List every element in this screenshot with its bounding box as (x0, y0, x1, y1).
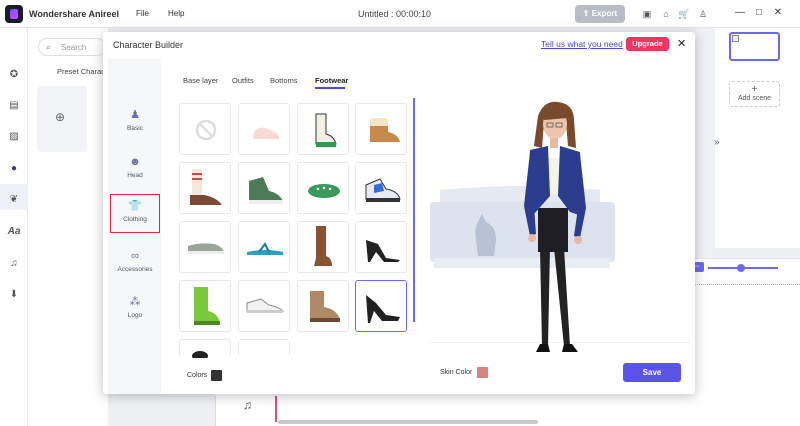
text-icon[interactable]: Aa (6, 224, 22, 240)
footwear-item[interactable] (297, 162, 349, 214)
footwear-item[interactable] (179, 280, 231, 332)
tab-outfits[interactable]: Outfits (232, 76, 254, 85)
logo-icon: ⁂ (129, 296, 141, 308)
close-icon[interactable]: ✕ (677, 37, 686, 50)
app-title: Wondershare Anireel (29, 9, 120, 19)
tab-bottoms[interactable]: Bottoms (270, 76, 298, 85)
import-icon[interactable]: ⬇ (6, 287, 22, 303)
timeline-ruler (690, 275, 800, 285)
none-icon (195, 119, 217, 141)
active-tab-underline (315, 87, 345, 89)
footwear-item[interactable] (238, 103, 290, 155)
category-label: Logo (127, 312, 143, 319)
tab-base-layer[interactable]: Base layer (183, 76, 218, 85)
scene-panel (715, 28, 800, 248)
user-icon[interactable]: ♙ (697, 8, 709, 20)
menu-help[interactable]: Help (168, 9, 184, 18)
add-scene-button[interactable]: + Add scene (729, 81, 780, 107)
close-window-icon[interactable]: ✕ (771, 6, 785, 20)
app-logo (5, 5, 23, 23)
footwear-item[interactable] (297, 221, 349, 273)
plus-icon: + (751, 84, 758, 95)
add-scene-label: Add scene (737, 95, 772, 102)
left-rail: ✪ ▤ ▨ ● ❦ Aa ♫ ⬇ (0, 28, 28, 426)
scene-thumbnail-icon (732, 35, 739, 42)
title-bar: Wondershare Anireel File Help Untitled :… (0, 0, 800, 28)
timeline-scrollbar[interactable] (278, 420, 538, 424)
add-character-icon: ⊕ (55, 110, 66, 124)
home-icon[interactable]: ⌂ (660, 8, 672, 20)
maximize-icon[interactable]: □ (752, 6, 766, 20)
search-icon: ⌕ (46, 42, 52, 52)
category-logo[interactable]: ⁂ Logo (110, 291, 160, 329)
menu-file[interactable]: File (136, 9, 149, 18)
category-label: Accessories (117, 266, 153, 273)
skin-color-label: Skin Color (440, 369, 473, 376)
character-icon[interactable]: ● (6, 161, 22, 177)
footwear-item[interactable] (355, 103, 407, 155)
footwear-item[interactable] (238, 162, 290, 214)
footwear-item[interactable] (355, 221, 407, 273)
category-label: Clothing (123, 216, 147, 223)
character-preview (430, 98, 690, 358)
props-icon[interactable]: ❦ (6, 192, 22, 208)
save-button[interactable]: Save (623, 363, 681, 382)
template-icon[interactable]: ✪ (6, 67, 22, 83)
timeline-divider (215, 396, 216, 426)
footwear-item[interactable] (238, 280, 290, 332)
head-icon: ☻ (129, 156, 141, 168)
cart-icon[interactable]: 🛒 (678, 8, 690, 20)
category-basic[interactable]: ♟ Basic (110, 104, 160, 142)
category-label: Basic (127, 125, 143, 132)
footwear-item[interactable] (297, 280, 349, 332)
category-head[interactable]: ☻ Head (110, 151, 160, 189)
category-accessories[interactable]: ∞ Accessories (110, 245, 160, 283)
minimize-icon[interactable]: — (733, 6, 747, 20)
footwear-item-none[interactable] (179, 103, 231, 155)
document-title: Untitled : 00:00:10 (358, 9, 432, 19)
dialog-title: Character Builder (113, 40, 184, 50)
zoom-slider-knob[interactable] (737, 264, 745, 272)
music-track-icon: ♫ (243, 398, 252, 412)
footwear-item-selected[interactable] (355, 280, 407, 332)
glasses-icon: ∞ (131, 250, 139, 262)
category-clothing[interactable]: 👕 Clothing (110, 194, 160, 233)
shirt-icon: 👕 (128, 200, 142, 212)
save-icon[interactable]: ▣ (641, 8, 653, 20)
category-label: Head (127, 172, 143, 179)
footwear-item[interactable] (238, 339, 290, 357)
footwear-item[interactable] (297, 103, 349, 155)
music-rail-icon[interactable]: ♫ (6, 256, 22, 272)
colors-label: Colors (187, 372, 208, 379)
color-swatch[interactable] (211, 370, 222, 381)
feedback-link[interactable]: Tell us what you need (541, 39, 623, 49)
footwear-item[interactable] (238, 221, 290, 273)
person-icon: ♟ (130, 109, 140, 121)
item-grid-scrollbar[interactable] (413, 98, 415, 322)
search-placeholder: Search (61, 43, 87, 52)
media-icon[interactable]: ▤ (6, 98, 22, 114)
playhead[interactable] (275, 396, 277, 422)
footwear-item[interactable] (179, 221, 231, 273)
footwear-item[interactable] (179, 339, 231, 361)
transition-icon[interactable]: ▨ (6, 129, 22, 145)
upgrade-button[interactable]: Upgrade (626, 37, 669, 51)
footwear-item[interactable] (179, 162, 231, 214)
tab-footwear[interactable]: Footwear (315, 76, 348, 85)
skin-color-swatch[interactable] (477, 367, 488, 378)
collapse-chevron-icon[interactable]: » (714, 137, 720, 148)
export-button[interactable]: ⇪ Export (575, 5, 625, 23)
footwear-item[interactable] (355, 162, 407, 214)
